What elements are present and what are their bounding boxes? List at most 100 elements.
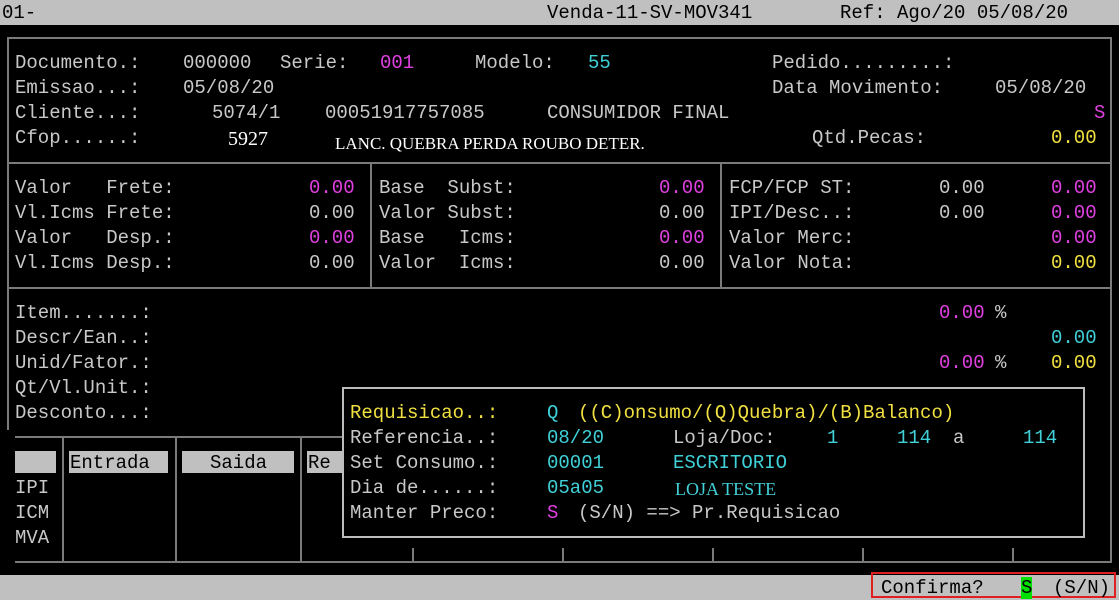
documento-value[interactable]: 000000 — [183, 52, 251, 74]
tax-grid-saida-header: Saida — [210, 452, 268, 474]
cfop-value[interactable]: 5927 — [228, 128, 268, 150]
store-name: LOJA TESTE — [675, 479, 777, 499]
divider-totals — [7, 287, 1112, 289]
cliente-label: Cliente...: — [15, 102, 141, 124]
requisicao-options: ((C)onsumo/(Q)Quebra)/(B)Balanco) — [578, 402, 955, 424]
tax-row-ipi: IPI — [15, 477, 50, 499]
doc-to-value[interactable]: 114 — [1023, 427, 1057, 449]
doc-range-separator: a — [953, 427, 965, 449]
emissao-label: Emissao...: — [15, 77, 141, 99]
valor-desp-value[interactable]: 0.00 — [309, 227, 355, 249]
fcp-value-1: 0.00 — [939, 177, 985, 199]
tick-1 — [412, 548, 414, 561]
tax-row-mva: MVA — [15, 527, 50, 549]
loja-doc-label: Loja/Doc: — [673, 427, 776, 449]
emissao-value[interactable]: 05/08/20 — [183, 77, 274, 99]
ipi-desc-value-2[interactable]: 0.00 — [1051, 202, 1097, 224]
base-icms-label: Base Icms: — [379, 227, 516, 249]
manter-preco-label: Manter Preco: — [350, 502, 499, 524]
tick-2 — [562, 548, 564, 561]
requisicao-value[interactable]: Q — [547, 402, 558, 424]
base-subst-label: Base Subst: — [379, 177, 516, 199]
valor-subst-value: 0.00 — [659, 202, 705, 224]
vl-icms-desp-label: Vl.Icms Desp.: — [15, 252, 175, 274]
set-consumo-label: Set Consumo.: — [350, 452, 499, 474]
dia-de-label: Dia de......: — [350, 477, 499, 499]
tax-grid-entrada-header: Entrada — [70, 452, 150, 474]
base-icms-value[interactable]: 0.00 — [659, 227, 705, 249]
modelo-label: Modelo: — [475, 52, 555, 74]
cliente-flag: S — [1094, 102, 1106, 124]
valor-desp-label: Valor Desp.: — [15, 227, 175, 249]
documento-label: Documento.: — [15, 52, 141, 74]
base-subst-value[interactable]: 0.00 — [659, 177, 705, 199]
modelo-value[interactable]: 55 — [588, 52, 611, 74]
set-consumo-value[interactable]: 00001 — [547, 452, 604, 474]
item-label: Item.......: — [15, 302, 152, 324]
unid-fator-value: 0.00 — [1051, 352, 1097, 374]
valor-nota-value: 0.00 — [1051, 252, 1097, 274]
data-movimento-label: Data Movimento: — [772, 77, 944, 99]
tax-grid-divider-3 — [300, 436, 302, 562]
fcp-label: FCP/FCP ST: — [729, 177, 855, 199]
title-bar: 01- Venda-11-SV-MOV341 Ref: Ago/20 05/08… — [0, 0, 1119, 25]
descr-ean-value: 0.00 — [1051, 327, 1097, 349]
ipi-desc-value-1: 0.00 — [939, 202, 985, 224]
divider-col2 — [720, 162, 722, 287]
pedido-label: Pedido.........: — [772, 52, 955, 74]
confirm-input[interactable]: S — [1021, 577, 1033, 599]
valor-icms-label: Valor Icms: — [379, 252, 516, 274]
tax-grid-divider-1 — [62, 436, 64, 562]
serie-label: Serie: — [280, 52, 349, 74]
qtd-pecas-label: Qtd.Pecas: — [812, 127, 927, 149]
ipi-desc-label: IPI/Desc..: — [729, 202, 855, 224]
valor-frete-value[interactable]: 0.00 — [309, 177, 355, 199]
cfop-label: Cfop......: — [15, 127, 141, 149]
valor-subst-label: Valor Subst: — [379, 202, 516, 224]
set-consumo-name: ESCRITORIO — [673, 452, 788, 474]
tax-grid-divider-2 — [175, 436, 177, 562]
descr-ean-label: Descr/Ean..: — [15, 327, 152, 349]
data-movimento-value[interactable]: 05/08/20 — [995, 77, 1086, 99]
tax-grid-bottom — [15, 561, 1112, 563]
divider-header — [7, 162, 1112, 164]
frame-top — [7, 37, 1112, 39]
unid-fator-percent-sign: % — [995, 352, 1007, 374]
reference-date: Ref: Ago/20 05/08/20 — [840, 2, 1069, 24]
tick-5 — [1012, 548, 1014, 561]
frame-left — [7, 37, 9, 430]
item-percent-sign: % — [995, 302, 1007, 324]
qtd-pecas-value: 0.00 — [1051, 127, 1097, 149]
manter-preco-hint: (S/N) ==> Pr.Requisicao — [578, 502, 841, 524]
cliente-name: CONSUMIDOR FINAL — [547, 102, 730, 124]
cliente-code[interactable]: 5074/1 — [212, 102, 280, 124]
item-percent: 0.00 — [939, 302, 985, 324]
cliente-document: 00051917757085 — [325, 102, 485, 124]
confirm-hint: (S/N) — [1053, 577, 1111, 599]
program-name: Venda-11-SV-MOV341 — [547, 2, 753, 24]
tax-grid-re-header: Re — [308, 452, 331, 474]
dia-de-value[interactable]: 05a05 — [547, 477, 604, 499]
unid-fator-percent: 0.00 — [939, 352, 985, 374]
loja-value[interactable]: 1 — [827, 427, 838, 449]
referencia-label: Referencia..: — [350, 427, 499, 449]
doc-from-value[interactable]: 114 — [897, 427, 931, 449]
requisicao-label: Requisicao..: — [350, 402, 499, 424]
valor-merc-value: 0.00 — [1051, 227, 1097, 249]
tick-4 — [862, 548, 864, 561]
referencia-value[interactable]: 08/20 — [547, 427, 604, 449]
vl-icms-desp-value: 0.00 — [309, 252, 355, 274]
valor-nota-label: Valor Nota: — [729, 252, 855, 274]
fcp-value-2[interactable]: 0.00 — [1051, 177, 1097, 199]
serie-value[interactable]: 001 — [380, 52, 414, 74]
tax-grid-corner — [15, 451, 56, 473]
vl-icms-frete-value: 0.00 — [309, 202, 355, 224]
valor-merc-label: Valor Merc: — [729, 227, 855, 249]
valor-frete-label: Valor Frete: — [15, 177, 175, 199]
vl-icms-frete-label: Vl.Icms Frete: — [15, 202, 175, 224]
tax-grid-top — [15, 436, 342, 438]
tax-row-icm: ICM — [15, 502, 50, 524]
confirm-label: Confirma? — [881, 577, 984, 599]
divider-col1 — [370, 162, 372, 287]
manter-preco-value[interactable]: S — [547, 502, 558, 524]
